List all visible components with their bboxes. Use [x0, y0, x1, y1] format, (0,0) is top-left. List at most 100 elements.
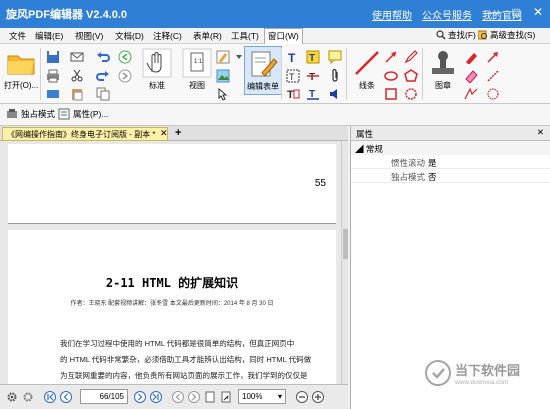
new-tab-icon[interactable]: + [175, 127, 181, 139]
undo-icon[interactable] [96, 50, 110, 64]
line-tool-button[interactable]: 线条 [352, 48, 382, 91]
vertical-scrollbar[interactable] [341, 141, 348, 384]
scan-icon[interactable] [46, 87, 60, 101]
find-button[interactable]: 查找(F) [436, 29, 476, 41]
menu-file[interactable]: 文件 [6, 29, 29, 43]
svg-text:1:1: 1:1 [194, 59, 203, 65]
line-label: 线条 [359, 81, 375, 90]
edit-form-button[interactable]: 编辑表单 [244, 46, 282, 95]
document-area: 《网编操作指南》终身电子订阅版 - 副本 * ✕ + 55 2-11 HTML … [0, 126, 348, 384]
save-icon[interactable] [46, 50, 60, 64]
highlight-icon[interactable] [464, 50, 478, 64]
ellipse-icon[interactable] [384, 69, 398, 83]
fit-page-icon[interactable] [220, 391, 232, 403]
secondary-toolbar: 独占模式 属性(P)... [0, 104, 550, 126]
menu-view[interactable]: 视图(V) [72, 29, 106, 43]
window-controls: — □ ✕ [486, 4, 546, 20]
arrow-markup-icon[interactable] [486, 50, 500, 64]
scrollbar-thumb[interactable] [343, 229, 348, 259]
measure-icon[interactable] [464, 87, 478, 101]
rectangle-icon[interactable] [384, 87, 398, 101]
print-icon[interactable] [46, 69, 60, 83]
maximize-button[interactable]: □ [508, 4, 524, 20]
menu-form[interactable]: 表单(R) [190, 29, 225, 43]
paste-icon[interactable] [70, 87, 84, 101]
property-group-label: 常规 [365, 144, 383, 154]
panel-close-icon[interactable]: ✕ [537, 127, 544, 138]
document-tab-title: 《网编操作指南》终身电子订阅版 - 副本 * [7, 130, 156, 139]
next-view-icon[interactable] [188, 391, 200, 403]
property-row[interactable]: 惯性滚动 是 [351, 155, 550, 169]
cut-icon[interactable] [70, 69, 84, 83]
pencil-draw-icon[interactable] [404, 50, 418, 64]
wechat-service-link[interactable]: 公众号服务 [422, 7, 472, 22]
body-paragraph: 我们在学习过程中使用的 HTML 代码都是很简单的结构，但真正网页中 的 HTM… [60, 336, 336, 384]
property-value[interactable]: 否 [428, 171, 437, 183]
underline-text-icon[interactable]: T [306, 87, 320, 101]
menu-edit[interactable]: 编辑(E) [32, 29, 66, 43]
sound-icon[interactable] [328, 87, 342, 101]
eraser-icon[interactable] [464, 69, 478, 83]
next-page-icon[interactable] [134, 391, 146, 403]
properties-icon [58, 108, 70, 120]
exclusive-mode-button[interactable]: 独占模式 [6, 108, 55, 120]
text-box-icon[interactable]: T [286, 69, 300, 83]
arrow-line-icon[interactable] [384, 50, 398, 64]
close-button[interactable]: ✕ [530, 4, 546, 20]
menu-window[interactable]: 窗口(W) [264, 28, 303, 44]
help-link[interactable]: 使用帮助 [372, 7, 412, 22]
zoom-in-icon[interactable] [312, 391, 324, 403]
tools-gear-icon[interactable] [22, 391, 34, 403]
email-icon[interactable] [70, 50, 84, 64]
redo-icon[interactable] [96, 69, 110, 83]
advanced-search-icon [478, 30, 487, 40]
previous-page-icon[interactable] [60, 391, 72, 403]
property-group-general[interactable]: ◢ 常规 [351, 141, 550, 155]
minimize-button[interactable]: — [486, 4, 502, 20]
page-input[interactable]: 66/105 [80, 389, 128, 404]
attachment-icon[interactable] [328, 69, 342, 83]
cloud-icon[interactable] [404, 87, 418, 101]
stamp-tool-button[interactable]: 图章 [428, 48, 458, 91]
find-label: 查找(F) [448, 30, 476, 40]
property-value[interactable]: 是 [428, 157, 437, 169]
strikeout-icon[interactable]: T [306, 69, 320, 83]
distance-icon[interactable] [486, 69, 500, 83]
title-bar: 旋风PDF编辑器 V2.4.0.0 使用帮助 公众号服务 我的官网 — □ ✕ [0, 0, 550, 28]
object-edit-icon[interactable] [216, 87, 230, 101]
properties-button[interactable]: 属性(P)... [58, 108, 108, 120]
back-icon[interactable] [118, 50, 132, 64]
polygon-icon[interactable] [404, 69, 418, 83]
property-row[interactable]: 独占模式 否 [351, 169, 550, 183]
previous-view-icon[interactable] [172, 391, 184, 403]
standard-label: 标准 [149, 81, 165, 90]
area-icon[interactable] [486, 87, 500, 101]
last-page-icon[interactable] [150, 391, 162, 403]
first-page-icon[interactable] [44, 391, 56, 403]
note-icon[interactable] [328, 50, 342, 64]
typewriter-icon[interactable]: T [306, 50, 320, 64]
view-tool-button[interactable]: 1:1 视图 [182, 48, 212, 91]
standard-tool-button[interactable]: 标准 [142, 48, 172, 91]
text-field-icon[interactable]: T [286, 50, 300, 64]
open-button[interactable]: 打开(O)... [4, 48, 38, 91]
settings-gear-icon[interactable] [6, 391, 18, 403]
pdf-page-previous: 55 [8, 144, 336, 224]
menu-comment[interactable]: 注释(C) [150, 29, 185, 43]
callout-icon[interactable]: T [286, 87, 300, 101]
image-edit-icon[interactable] [216, 69, 230, 83]
tab-close-icon[interactable]: ✕ [160, 128, 168, 139]
paragraph-line: 我们在学习过程中使用的 HTML 代码都是很简单的结构，但真正网页中 [60, 339, 295, 348]
copy-icon[interactable] [96, 87, 110, 101]
text-edit-icon[interactable] [216, 50, 230, 64]
advanced-find-label: 高级查找(S) [490, 30, 536, 40]
single-page-icon[interactable] [204, 391, 216, 403]
zoom-out-icon[interactable] [296, 391, 308, 403]
document-tab[interactable]: 《网编操作指南》终身电子订阅版 - 副本 * [2, 127, 168, 141]
properties-panel-title: 属性 [356, 129, 374, 139]
advanced-find-button[interactable]: 高级查找(S) [478, 29, 535, 41]
menu-tools[interactable]: 工具(T) [228, 29, 262, 43]
menu-document[interactable]: 文档(D) [112, 29, 147, 43]
forward-icon[interactable] [118, 69, 132, 83]
zoom-select[interactable]: 100% ▾ [238, 389, 286, 404]
